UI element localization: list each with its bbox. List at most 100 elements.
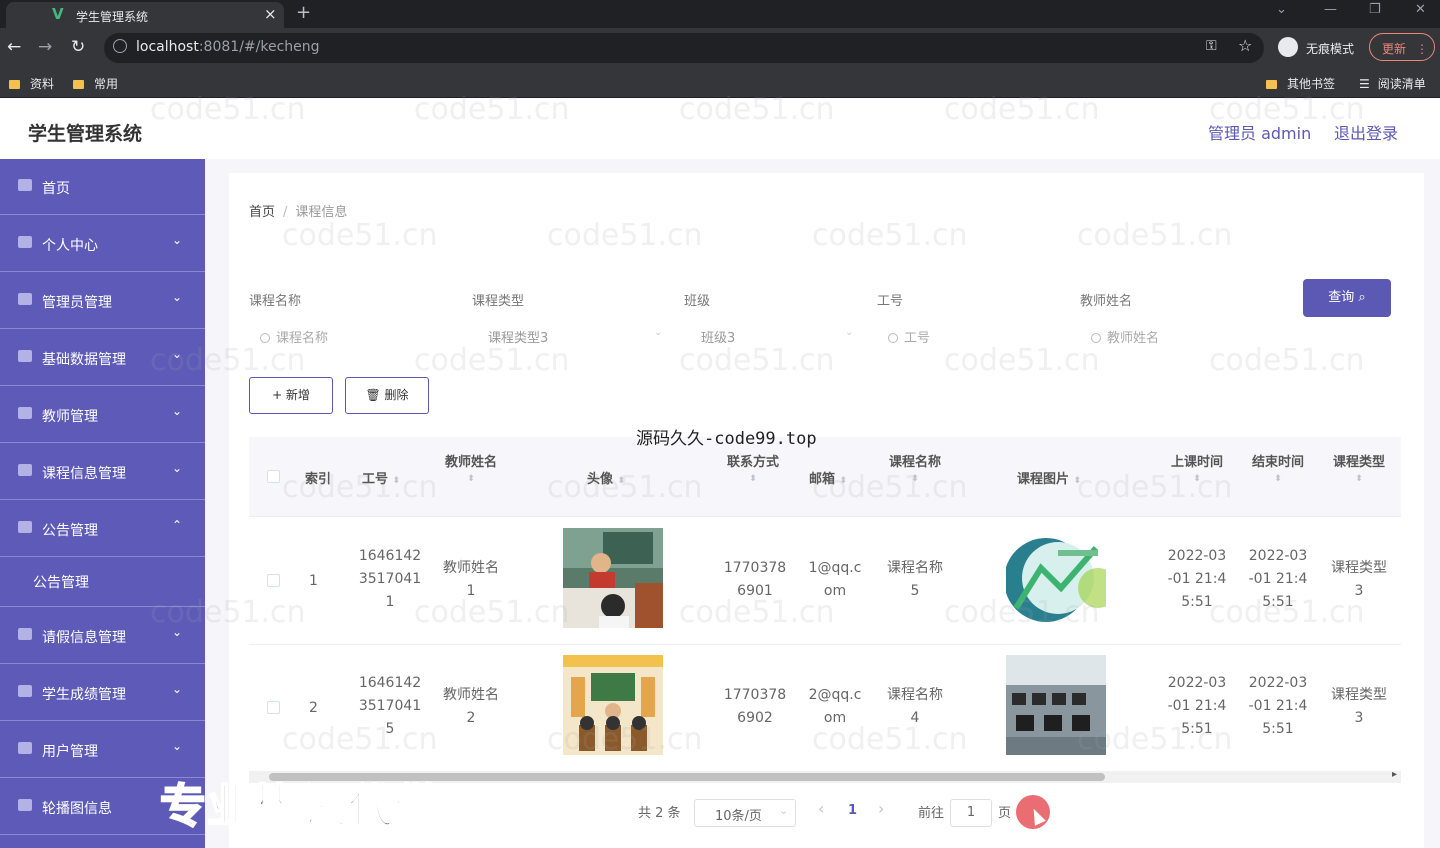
cell-text: 3517041 [358,698,422,714]
tab-search-icon[interactable]: ⌄ [1276,2,1287,17]
sidebar-item-courses[interactable]: 课程信息管理 ⌄ [0,444,205,500]
folder-icon [73,80,84,89]
cell-text: 1646142 [358,675,422,691]
col-contact-label: 联系方式 [726,455,779,470]
key-icon[interactable]: ⚿ [1206,38,1217,54]
sidebar-subitem-label: 公告管理 [33,575,89,591]
delete-button[interactable]: 🗑 删除 [345,377,429,414]
window-close-icon[interactable]: ✕ [1415,2,1426,17]
sidebar-item-label: 课程信息管理 [42,466,126,482]
sidebar-item-label: 基础数据管理 [42,352,126,368]
update-button[interactable]: 更新 ⋮ [1369,33,1435,61]
sort-icon[interactable]: ⬍ [1355,474,1363,484]
sidebar-item-notices[interactable]: 公告管理 ⌃ [0,501,205,557]
watermark-text: code51.cn [1077,722,1233,757]
cell-text: 3517041 [358,571,422,587]
cell-text: 教师姓名 [443,560,499,576]
watermark-text: code51.cn [944,595,1100,630]
col-end-time[interactable]: 结束时间 ⬍ [1248,451,1308,485]
cell-text: 1770378 [723,560,787,576]
cell-course-type: 课程类型 3 [1327,684,1391,730]
prev-page-icon[interactable]: ‹ [818,799,824,818]
reload-icon[interactable]: ↻ [71,37,85,57]
watermark-text: code51.cn [282,218,438,253]
cell-index: 2 [309,700,318,716]
watermark-text: code51.cn [1209,92,1365,127]
more-icon[interactable]: ⋮ [1416,42,1428,56]
watermark-text: code51.cn [679,595,835,630]
bookmark-folder[interactable]: 常用 [73,75,118,92]
col-course-img[interactable]: 课程图片 ⬍ [1017,468,1081,487]
overlay-caption-top: 源码久久-code99.top [636,429,817,449]
bookmark-folder[interactable]: 资料 [9,75,54,92]
cell-text: 2@qq.c [808,687,862,703]
sort-icon[interactable]: ⬍ [1274,474,1282,484]
home-icon [18,179,32,191]
select-all-checkbox[interactable] [267,470,280,483]
address-bar: ← → ↻ localhost:8081/#/kecheng ⚿ ☆ 无痕模式 … [0,28,1440,68]
cell-text: 2022-03 [1167,548,1227,564]
cell-text: 3 [1354,710,1364,726]
restore-icon[interactable]: ❐ [1369,2,1381,17]
new-tab-icon[interactable]: + [296,2,311,23]
star-icon[interactable]: ☆ [1238,36,1252,55]
reading-list[interactable]: ☰ 阅读清单 [1359,75,1426,92]
sort-icon[interactable]: ⬍ [467,474,475,484]
vue-logo-icon: V [52,5,64,23]
cell-index: 1 [309,573,318,589]
sidebar-item-home[interactable]: 首页 [0,159,205,215]
watermark-text: code51.cn [944,92,1100,127]
browser-tab[interactable]: V 学生管理系统 × [6,2,284,28]
query-button[interactable]: 查询 ⌕ [1303,279,1391,317]
col-course-name-label: 课程名称 [888,455,941,470]
incognito-label: 无痕模式 [1306,42,1355,56]
row-checkbox[interactable] [267,574,280,587]
browser-tab-bar: V 学生管理系统 × + ⌄ — ❐ ✕ [0,0,1440,28]
tab-close-icon[interactable]: × [264,5,277,23]
breadcrumb-home[interactable]: 首页 [249,205,275,220]
cell-text: 2022-03 [1248,548,1308,564]
cell-end-time: 2022-03 -01 21:4 5:51 [1244,672,1312,741]
search-icon [888,333,898,343]
minimize-icon[interactable]: — [1324,2,1337,17]
add-button[interactable]: + 新增 [249,377,333,414]
scroll-right-icon[interactable]: ▸ [1392,769,1397,780]
cell-text: -01 21:4 [1167,571,1227,587]
sidebar-item-admins[interactable]: 管理员管理 ⌄ [0,273,205,329]
reading-list-icon: ☰ [1359,77,1370,91]
forward-icon[interactable]: → [38,37,52,57]
back-icon[interactable]: ← [7,37,21,57]
sidebar-item-grades[interactable]: 学生成绩管理 ⌄ [0,665,205,721]
col-teacher[interactable]: 教师姓名 ⬍ [443,451,499,485]
cell-course-name: 课程名称 5 [883,557,947,603]
page-size-select[interactable]: 10条/页 ⌄ [694,799,796,827]
watermark-text: code51.cn [150,92,306,127]
leave-icon [18,628,32,640]
sidebar-item-label: 公告管理 [42,523,98,539]
next-page-icon[interactable]: › [878,799,884,818]
page-number-current[interactable]: 1 [848,803,857,818]
sidebar-item-label: 学生成绩管理 [42,687,126,703]
sidebar-item-teachers[interactable]: 教师管理 ⌄ [0,387,205,443]
user-icon [18,236,32,248]
col-course-type[interactable]: 课程类型 ⬍ [1329,451,1389,485]
other-bookmarks[interactable]: 其他书签 [1266,75,1335,92]
teacher-icon [18,407,32,419]
row-checkbox[interactable] [267,701,280,714]
sort-icon[interactable]: ⬍ [749,474,757,484]
sidebar-item-personal[interactable]: 个人中心 ⌄ [0,216,205,272]
teacher-avatar-image[interactable] [563,528,663,628]
sidebar-item-label: 个人中心 [42,238,98,254]
goto-page-input[interactable]: 1 [950,799,992,827]
url-field[interactable]: localhost:8081/#/kecheng ⚿ ☆ [104,33,1264,63]
site-info-icon[interactable] [113,39,127,53]
page-suffix: 页 [998,806,1012,821]
watermark-text: code51.cn [679,343,835,378]
watermark-text: code51.cn [547,218,703,253]
chevron-down-icon: ⌄ [779,804,789,817]
cell-text: 5 [910,583,920,599]
search-icon [260,333,270,343]
sidebar-item-label: 轮播图信息 [42,801,112,817]
cell-text: 5:51 [1181,594,1213,610]
col-contact[interactable]: 联系方式 ⬍ [723,451,783,485]
